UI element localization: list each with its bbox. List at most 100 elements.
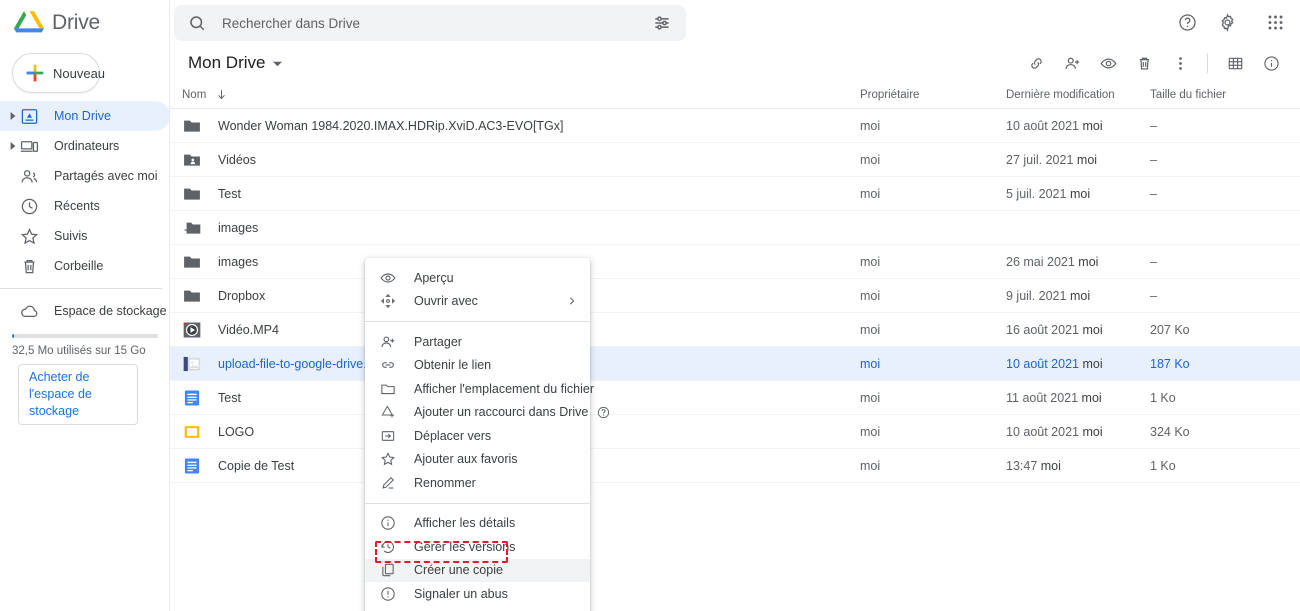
sidebar-item-mon-drive[interactable]: Mon Drive [0,101,170,131]
sidebar-item-label: Partagés avec moi [54,169,158,183]
file-modified-date: 5 juil. 2021 [1006,187,1066,201]
menu-item-label: Déplacer vers [414,429,491,443]
search-bar[interactable] [174,5,686,41]
sidebar-item-recents[interactable]: Récents [0,191,170,221]
sidebar-item-label: Mon Drive [54,109,111,123]
menu-item-ajouter-aux-favoris[interactable]: Ajouter aux favoris [365,448,590,472]
menu-item-creer-une-copie[interactable]: Créer une copie [365,559,590,583]
file-modified: 9 juil. 2021 moi [1006,289,1150,303]
eye-preview-icon[interactable] [1091,46,1125,80]
sidebar-item-espace-de-stockage[interactable]: Espace de stockage [0,296,170,326]
sidebar-item-suivis[interactable]: Suivis [0,221,170,251]
help-circle-icon[interactable] [597,406,610,419]
column-header-owner[interactable]: Propriétaire [860,89,1006,101]
table-row[interactable]: Vidéos moi 27 juil. 2021 moi – [170,143,1300,177]
clock-recent-icon [20,196,40,216]
computers-icon [20,136,40,156]
menu-item-telecharger[interactable]: Télécharger [365,606,590,611]
menu-item-ajouter-raccourci[interactable]: Ajouter un raccourci dans Drive [365,401,590,425]
google-docs-icon [182,456,202,476]
file-owner: moi [860,153,1006,167]
menu-item-label: Obtenir le lien [414,358,491,372]
column-header-name[interactable]: Nom [182,88,860,101]
trash-icon[interactable] [1127,46,1161,80]
table-row[interactable]: Test moi 5 juil. 2021 moi – [170,177,1300,211]
arrow-down-icon [215,88,228,101]
column-header-name-label: Nom [182,89,206,101]
new-button[interactable]: Nouveau [12,53,100,93]
menu-item-apercu[interactable]: Aperçu [365,266,590,290]
cloud-icon [20,301,40,321]
more-vertical-icon[interactable] [1163,46,1197,80]
menu-item-deplacer-vers[interactable]: Déplacer vers [365,424,590,448]
file-modified: 26 mai 2021 moi [1006,255,1150,269]
table-row[interactable]: Wonder Woman 1984.2020.IMAX.HDRip.XviD.A… [170,109,1300,143]
menu-item-label: Ajouter un raccourci dans Drive [414,405,588,419]
new-button-label: Nouveau [53,66,105,81]
file-modified-date: 13:47 [1006,459,1037,473]
context-menu-group: Aperçu Ouvrir avec [365,266,590,313]
table-row[interactable]: images moi 26 mai 2021 moi – [170,245,1300,279]
file-name-cell: images [182,218,860,238]
table-row-selected[interactable]: upload-file-to-google-drive.png moi 10 a… [170,347,1300,381]
breadcrumb-label: Mon Drive [188,53,265,73]
file-owner: moi [860,255,1006,269]
folder-shared-icon [182,150,202,170]
file-name: Dropbox [218,289,265,303]
file-modified-by: moi [1070,289,1090,303]
menu-item-signaler-un-abus[interactable]: Signaler un abus [365,582,590,606]
details-info-icon[interactable] [1254,46,1288,80]
my-drive-icon [20,106,40,126]
menu-item-label: Aperçu [414,271,454,285]
search-input[interactable] [220,15,652,32]
file-name-cell: Vidéos [182,150,860,170]
table-row[interactable]: Vidéo.MP4 moi 16 août 2021 moi 207 Ko [170,313,1300,347]
grid-view-icon[interactable] [1218,46,1252,80]
settings-gear-icon[interactable] [1210,6,1244,40]
breadcrumb[interactable]: Mon Drive [182,51,288,75]
details-info-icon [379,515,396,532]
file-size: 187 Ko [1150,357,1260,371]
folder-icon [182,116,202,136]
eye-preview-icon [379,269,396,286]
table-row[interactable]: images [170,211,1300,245]
expand-caret-icon[interactable] [8,142,18,150]
sidebar-item-partages-avec-moi[interactable]: Partagés avec moi [0,161,170,191]
brand-area[interactable]: Drive [0,0,170,45]
menu-item-gerer-les-versions[interactable]: Gérer les versions [365,535,590,559]
menu-item-ouvrir-avec[interactable]: Ouvrir avec [365,290,590,314]
sidebar-item-ordinateurs[interactable]: Ordinateurs [0,131,170,161]
column-header-modified[interactable]: Dernière modification [1006,89,1150,101]
file-modified-by: moi [1082,357,1102,371]
file-owner: moi [860,391,1006,405]
table-row[interactable]: Dropbox moi 9 juil. 2021 moi – [170,279,1300,313]
expand-caret-icon[interactable] [8,112,18,120]
google-apps-grid-icon[interactable] [1258,6,1292,40]
tune-options-icon[interactable] [652,13,672,33]
pencil-rename-icon [379,474,396,491]
table-row[interactable]: LOGO moi 10 août 2021 moi 324 Ko [170,415,1300,449]
help-icon[interactable] [1170,6,1204,40]
table-row[interactable]: Test moi 11 août 2021 moi 1 Ko [170,381,1300,415]
column-header-size[interactable]: Taille du fichier [1150,89,1260,101]
buy-storage-button[interactable]: Acheter de l'espace de stockage [18,364,138,425]
link-icon[interactable] [1019,46,1053,80]
file-name: Wonder Woman 1984.2020.IMAX.HDRip.XviD.A… [218,119,564,133]
menu-item-renommer[interactable]: Renommer [365,471,590,495]
menu-item-partager[interactable]: Partager [365,330,590,354]
sidebar-item-corbeille[interactable]: Corbeille [0,251,170,281]
menu-item-obtenir-le-lien[interactable]: Obtenir le lien [365,354,590,378]
file-size: – [1150,187,1260,201]
file-owner: moi [860,357,1006,371]
add-person-icon[interactable] [1055,46,1089,80]
menu-item-afficher-les-details[interactable]: Afficher les détails [365,512,590,536]
table-row[interactable]: Copie de Test moi 13:47 moi 1 Ko [170,449,1300,483]
menu-item-afficher-emplacement[interactable]: Afficher l'emplacement du fichier [365,377,590,401]
menu-item-label: Ouvrir avec [414,294,478,308]
file-name: Vidéos [218,153,256,167]
file-owner: moi [860,289,1006,303]
menu-item-label: Afficher l'emplacement du fichier [414,382,594,396]
file-modified-date: 16 août 2021 [1006,323,1079,337]
sidebar-divider [0,288,162,289]
sidebar: Nouveau Mon Drive [0,45,170,611]
